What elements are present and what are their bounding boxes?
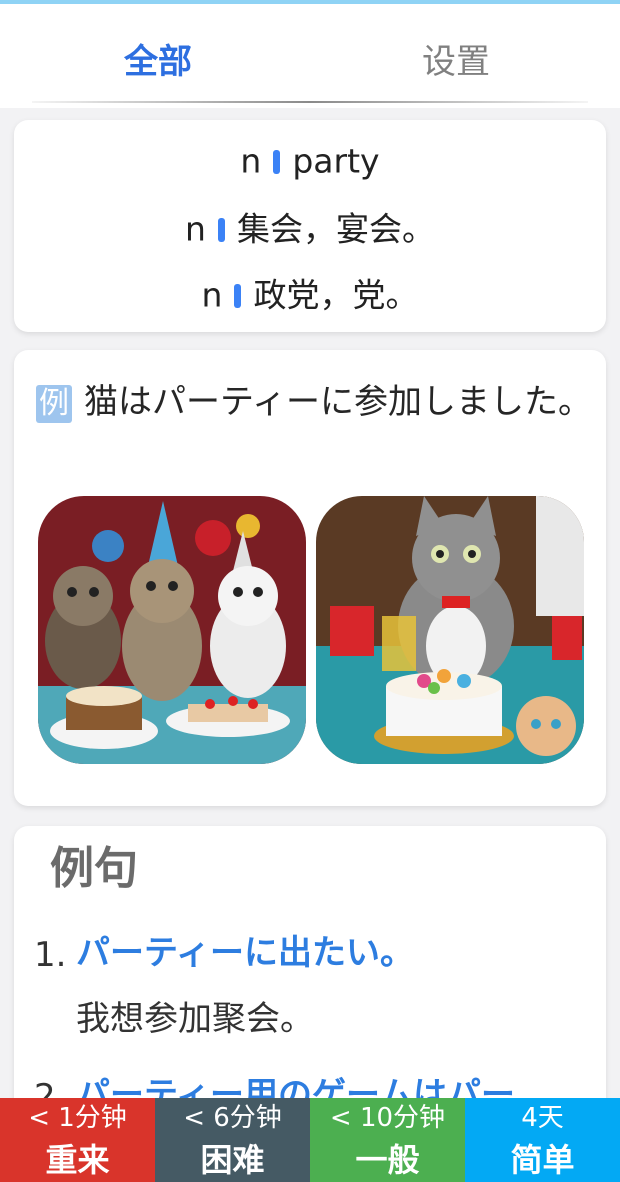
part-of-speech: n (240, 141, 262, 181)
sentences-card: 例句 1. パーティーに出たい。 我想参加聚会。 2. パーティー用のゲームはパ… (14, 826, 606, 1126)
easy-label: 简单 (510, 1141, 575, 1179)
definition-text: 集会，宴会。 (236, 209, 435, 249)
tab-divider (32, 101, 588, 103)
sentence-number: 1. (34, 935, 67, 975)
good-interval: < 10分钟 (329, 1103, 446, 1133)
part-of-speech: n (185, 209, 206, 249)
review-answer-bar: < 1分钟 重来 < 6分钟 困难 < 10分钟 一般 4天 简单 (0, 1098, 620, 1182)
example-badge: 例 (36, 385, 73, 423)
definition-separator-bar (217, 217, 225, 242)
again-button[interactable]: < 1分钟 重来 (0, 1098, 155, 1182)
again-label: 重来 (45, 1141, 110, 1179)
good-label: 一般 (355, 1141, 420, 1179)
again-interval: < 1分钟 (28, 1103, 127, 1133)
example-sentence: 猫はパーティーに参加しました。 (84, 382, 592, 422)
cats-party-image-2[interactable] (316, 496, 584, 764)
definition-text: party (292, 141, 380, 181)
definitions-card: n party n 集会，宴会。 n 政党，党。 (14, 120, 606, 332)
hard-interval: < 6分钟 (183, 1103, 282, 1133)
tab-header: 全部 设置 (0, 4, 620, 108)
easy-button[interactable]: 4天 简单 (465, 1098, 620, 1182)
sentences-heading: 例句 (50, 843, 138, 894)
definition-line: n 集会，宴会。 (14, 206, 606, 252)
definition-separator-bar (234, 283, 242, 308)
tab-settings[interactable]: 设置 (422, 40, 490, 84)
example-sentence-block: 例猫はパーティーに参加しました。 (36, 378, 592, 426)
definition-line: n 政党，党。 (14, 272, 606, 318)
sentence-translation: 我想参加聚会。 (76, 999, 314, 1039)
cats-party-image-1[interactable] (38, 496, 306, 764)
example-card: 例猫はパーティーに参加しました。 (14, 350, 606, 806)
sentence-japanese[interactable]: パーティーに出たい。 (76, 930, 414, 976)
hard-button[interactable]: < 6分钟 困难 (155, 1098, 310, 1182)
good-button[interactable]: < 10分钟 一般 (310, 1098, 465, 1182)
hard-label: 困难 (200, 1141, 265, 1179)
tab-all[interactable]: 全部 (124, 40, 192, 84)
definition-separator-bar (273, 149, 281, 174)
definition-text: 政党，党。 (253, 275, 419, 315)
definition-line: n party (14, 138, 606, 184)
part-of-speech: n (201, 275, 223, 315)
easy-interval: 4天 (521, 1103, 564, 1133)
